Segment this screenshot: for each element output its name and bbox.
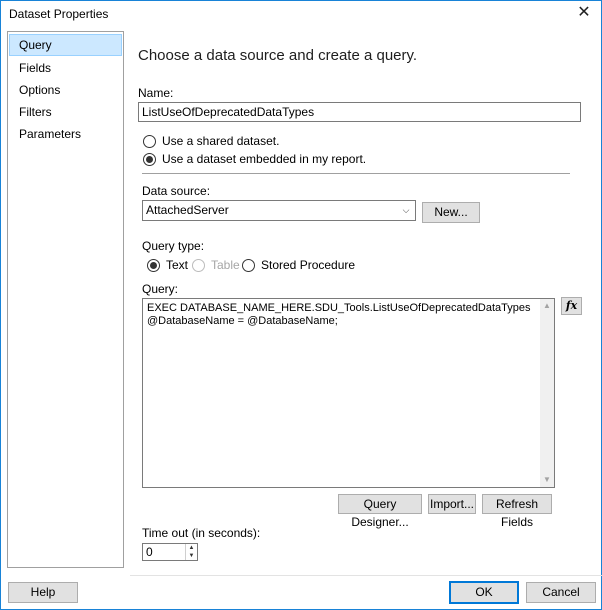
datasource-label: Data source:: [142, 184, 211, 198]
query-type-label: Query type:: [142, 239, 205, 253]
ok-button[interactable]: OK: [449, 581, 519, 604]
sidebar-item-filters[interactable]: Filters: [9, 101, 122, 123]
query-label: Query:: [142, 282, 179, 296]
stepper-down-icon[interactable]: ▼: [186, 552, 197, 560]
radio-sp-label: Stored Procedure: [261, 258, 356, 272]
help-button[interactable]: Help: [8, 582, 78, 603]
query-scrollbar[interactable]: ▲ ▼: [540, 299, 554, 487]
radio-embedded-indicator[interactable]: [143, 152, 156, 166]
datasource-value: AttachedServer: [146, 203, 229, 217]
footer-divider: [130, 575, 602, 576]
query-text[interactable]: EXEC DATABASE_NAME_HERE.SDU_Tools.ListUs…: [147, 302, 539, 328]
cancel-button[interactable]: Cancel: [526, 582, 596, 603]
sidebar-item-query[interactable]: Query: [9, 34, 122, 56]
sidebar-item-parameters[interactable]: Parameters: [9, 123, 122, 145]
section-divider: [142, 173, 570, 174]
radio-embedded-dataset[interactable]: Use a dataset embedded in my report.: [143, 151, 366, 167]
scroll-down-icon[interactable]: ▼: [540, 473, 554, 487]
timeout-value[interactable]: 0: [146, 545, 153, 560]
radio-query-type-table: Table: [192, 257, 240, 273]
window-title: Dataset Properties: [9, 7, 109, 21]
datasource-select[interactable]: AttachedServer ⌵: [142, 200, 416, 221]
page-heading: Choose a data source and create a query.: [138, 47, 418, 64]
dataset-properties-dialog: Dataset Properties ✕ Query Fields Option…: [0, 0, 602, 610]
expression-button[interactable]: fx: [561, 297, 582, 315]
refresh-fields-button[interactable]: Refresh Fields: [482, 494, 552, 529]
radio-sp-indicator[interactable]: [242, 258, 255, 272]
radio-table-indicator: [192, 258, 205, 272]
new-datasource-button[interactable]: New...: [422, 202, 480, 223]
radio-text-indicator[interactable]: [147, 258, 160, 272]
radio-table-label: Table: [211, 258, 240, 272]
close-icon[interactable]: ✕: [567, 1, 601, 27]
sidebar-nav: Query Fields Options Filters Parameters: [7, 31, 124, 568]
chevron-down-icon[interactable]: ⌵: [400, 201, 412, 220]
radio-embedded-label: Use a dataset embedded in my report.: [162, 152, 367, 166]
timeout-stepper[interactable]: 0 ▲ ▼: [142, 543, 198, 561]
timeout-label: Time out (in seconds):: [142, 526, 261, 540]
query-designer-button[interactable]: Query Designer...: [338, 494, 422, 529]
name-input[interactable]: ListUseOfDeprecatedDataTypes: [138, 102, 581, 122]
stepper-buttons[interactable]: ▲ ▼: [185, 544, 197, 560]
radio-query-type-stored-procedure[interactable]: Stored Procedure: [242, 257, 355, 273]
name-label: Name:: [138, 86, 174, 100]
radio-text-label: Text: [166, 258, 189, 272]
title-bar: Dataset Properties ✕: [1, 1, 601, 27]
sidebar-item-options[interactable]: Options: [9, 79, 122, 101]
radio-shared-label: Use a shared dataset.: [162, 134, 280, 148]
radio-shared-dataset[interactable]: Use a shared dataset.: [143, 133, 279, 149]
sidebar-item-fields[interactable]: Fields: [9, 57, 122, 79]
radio-shared-indicator[interactable]: [143, 134, 156, 148]
query-editor[interactable]: EXEC DATABASE_NAME_HERE.SDU_Tools.ListUs…: [142, 298, 555, 488]
import-button[interactable]: Import...: [428, 494, 476, 514]
scroll-up-icon[interactable]: ▲: [540, 299, 554, 313]
stepper-up-icon[interactable]: ▲: [186, 544, 197, 552]
radio-query-type-text[interactable]: Text: [147, 257, 188, 273]
